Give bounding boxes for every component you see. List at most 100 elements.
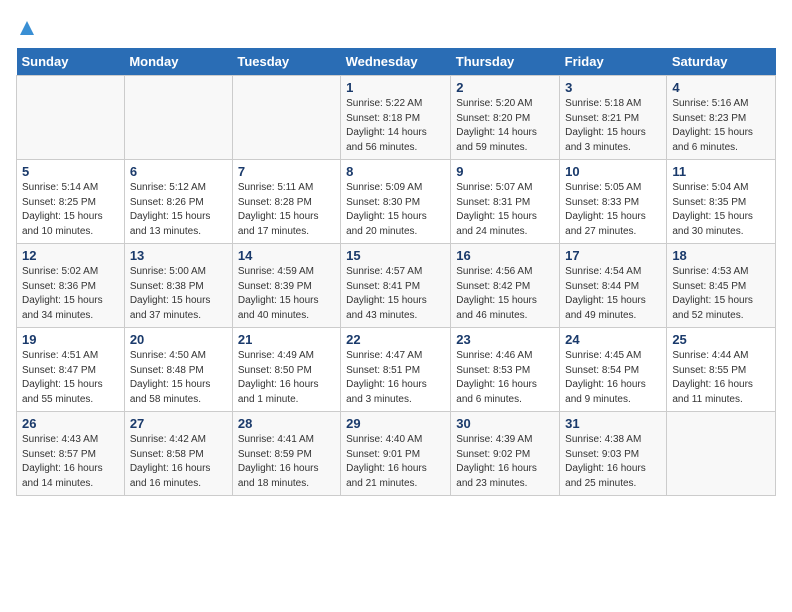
day-info: Sunrise: 4:59 AM Sunset: 8:39 PM Dayligh… <box>238 265 335 323</box>
calendar-cell: 21 Sunrise: 4:49 AM Sunset: 8:50 PM Dayli… <box>232 328 340 412</box>
day-info: Sunrise: 4:41 AM Sunset: 8:59 PM Dayligh… <box>238 433 335 491</box>
day-info: Sunrise: 5:00 AM Sunset: 8:38 PM Dayligh… <box>130 265 227 323</box>
calendar-table: SundayMondayTuesdayWednesdayThursdayFrid… <box>16 48 776 496</box>
weekday-header-monday: Monday <box>124 48 232 76</box>
day-info: Sunrise: 4:56 AM Sunset: 8:42 PM Dayligh… <box>456 265 554 323</box>
page-header <box>16 16 776 38</box>
week-row-5: 26 Sunrise: 4:43 AM Sunset: 8:57 PM Dayli… <box>17 412 776 496</box>
calendar-cell: 1 Sunrise: 5:22 AM Sunset: 8:18 PM Daylig… <box>341 76 451 160</box>
weekday-header-tuesday: Tuesday <box>232 48 340 76</box>
day-number: 30 <box>456 416 554 431</box>
day-number: 3 <box>565 80 661 95</box>
week-row-2: 5 Sunrise: 5:14 AM Sunset: 8:25 PM Daylig… <box>17 160 776 244</box>
day-number: 20 <box>130 332 227 347</box>
calendar-cell <box>232 76 340 160</box>
calendar-cell: 4 Sunrise: 5:16 AM Sunset: 8:23 PM Daylig… <box>667 76 776 160</box>
day-number: 5 <box>22 164 119 179</box>
calendar-cell: 27 Sunrise: 4:42 AM Sunset: 8:58 PM Dayli… <box>124 412 232 496</box>
weekday-header-friday: Friday <box>560 48 667 76</box>
day-number: 14 <box>238 248 335 263</box>
day-number: 22 <box>346 332 445 347</box>
day-number: 4 <box>672 80 770 95</box>
day-number: 12 <box>22 248 119 263</box>
calendar-cell <box>17 76 125 160</box>
day-number: 15 <box>346 248 445 263</box>
day-info: Sunrise: 4:51 AM Sunset: 8:47 PM Dayligh… <box>22 349 119 407</box>
calendar-cell: 16 Sunrise: 4:56 AM Sunset: 8:42 PM Dayli… <box>451 244 560 328</box>
day-number: 26 <box>22 416 119 431</box>
day-info: Sunrise: 5:07 AM Sunset: 8:31 PM Dayligh… <box>456 181 554 239</box>
day-info: Sunrise: 4:46 AM Sunset: 8:53 PM Dayligh… <box>456 349 554 407</box>
calendar-cell: 9 Sunrise: 5:07 AM Sunset: 8:31 PM Daylig… <box>451 160 560 244</box>
day-info: Sunrise: 4:47 AM Sunset: 8:51 PM Dayligh… <box>346 349 445 407</box>
calendar-cell: 20Sunrise: 4:50 AM Sunset: 8:48 PM Dayli… <box>124 328 232 412</box>
calendar-cell: 7 Sunrise: 5:11 AM Sunset: 8:28 PM Daylig… <box>232 160 340 244</box>
day-number: 24 <box>565 332 661 347</box>
day-info: Sunrise: 5:20 AM Sunset: 8:20 PM Dayligh… <box>456 97 554 155</box>
day-number: 29 <box>346 416 445 431</box>
calendar-cell: 29 Sunrise: 4:40 AM Sunset: 9:01 PM Dayli… <box>341 412 451 496</box>
day-number: 23 <box>456 332 554 347</box>
day-info: Sunrise: 4:45 AM Sunset: 8:54 PM Dayligh… <box>565 349 661 407</box>
day-info: Sunrise: 4:40 AM Sunset: 9:01 PM Dayligh… <box>346 433 445 491</box>
day-number: 18 <box>672 248 770 263</box>
day-number: 27 <box>130 416 227 431</box>
day-number: 8 <box>346 164 445 179</box>
day-info: Sunrise: 4:54 AM Sunset: 8:44 PM Dayligh… <box>565 265 661 323</box>
day-info: Sunrise: 5:09 AM Sunset: 8:30 PM Dayligh… <box>346 181 445 239</box>
week-row-3: 12 Sunrise: 5:02 AM Sunset: 8:36 PM Dayli… <box>17 244 776 328</box>
calendar-cell: 11 Sunrise: 5:04 AM Sunset: 8:35 PM Dayli… <box>667 160 776 244</box>
calendar-cell: 10 Sunrise: 5:05 AM Sunset: 8:33 PM Dayli… <box>560 160 667 244</box>
logo-icon <box>18 19 36 37</box>
calendar-cell <box>667 412 776 496</box>
calendar-cell: 26 Sunrise: 4:43 AM Sunset: 8:57 PM Dayli… <box>17 412 125 496</box>
day-info: Sunrise: 5:14 AM Sunset: 8:25 PM Dayligh… <box>22 181 119 239</box>
day-number: 7 <box>238 164 335 179</box>
weekday-header-sunday: Sunday <box>17 48 125 76</box>
calendar-cell: 14 Sunrise: 4:59 AM Sunset: 8:39 PM Dayli… <box>232 244 340 328</box>
weekday-header-thursday: Thursday <box>451 48 560 76</box>
day-number: 2 <box>456 80 554 95</box>
calendar-cell: 22 Sunrise: 4:47 AM Sunset: 8:51 PM Dayli… <box>341 328 451 412</box>
calendar-cell: 23 Sunrise: 4:46 AM Sunset: 8:53 PM Dayli… <box>451 328 560 412</box>
day-info: Sunrise: 5:12 AM Sunset: 8:26 PM Dayligh… <box>130 181 227 239</box>
day-info: Sunrise: 4:42 AM Sunset: 8:58 PM Dayligh… <box>130 433 227 491</box>
day-info: Sunrise: 5:11 AM Sunset: 8:28 PM Dayligh… <box>238 181 335 239</box>
day-info: Sunrise: 5:22 AM Sunset: 8:18 PM Dayligh… <box>346 97 445 155</box>
day-info: Sunrise: 5:16 AM Sunset: 8:23 PM Dayligh… <box>672 97 770 155</box>
calendar-cell: 3 Sunrise: 5:18 AM Sunset: 8:21 PM Daylig… <box>560 76 667 160</box>
week-row-1: 1 Sunrise: 5:22 AM Sunset: 8:18 PM Daylig… <box>17 76 776 160</box>
calendar-cell: 15 Sunrise: 4:57 AM Sunset: 8:41 PM Dayli… <box>341 244 451 328</box>
calendar-cell: 12 Sunrise: 5:02 AM Sunset: 8:36 PM Dayli… <box>17 244 125 328</box>
day-number: 21 <box>238 332 335 347</box>
day-number: 1 <box>346 80 445 95</box>
day-info: Sunrise: 4:43 AM Sunset: 8:57 PM Dayligh… <box>22 433 119 491</box>
week-row-4: 19Sunrise: 4:51 AM Sunset: 8:47 PM Dayli… <box>17 328 776 412</box>
calendar-cell: 17 Sunrise: 4:54 AM Sunset: 8:44 PM Dayli… <box>560 244 667 328</box>
day-number: 31 <box>565 416 661 431</box>
calendar-cell: 24 Sunrise: 4:45 AM Sunset: 8:54 PM Dayli… <box>560 328 667 412</box>
day-number: 10 <box>565 164 661 179</box>
day-info: Sunrise: 5:05 AM Sunset: 8:33 PM Dayligh… <box>565 181 661 239</box>
weekday-header-wednesday: Wednesday <box>341 48 451 76</box>
day-number: 11 <box>672 164 770 179</box>
calendar-cell: 6Sunrise: 5:12 AM Sunset: 8:26 PM Daylig… <box>124 160 232 244</box>
calendar-cell: 5 Sunrise: 5:14 AM Sunset: 8:25 PM Daylig… <box>17 160 125 244</box>
day-info: Sunrise: 5:02 AM Sunset: 8:36 PM Dayligh… <box>22 265 119 323</box>
day-number: 16 <box>456 248 554 263</box>
logo-text <box>16 16 36 38</box>
day-info: Sunrise: 4:39 AM Sunset: 9:02 PM Dayligh… <box>456 433 554 491</box>
day-number: 17 <box>565 248 661 263</box>
day-info: Sunrise: 5:18 AM Sunset: 8:21 PM Dayligh… <box>565 97 661 155</box>
day-info: Sunrise: 4:53 AM Sunset: 8:45 PM Dayligh… <box>672 265 770 323</box>
calendar-cell: 31 Sunrise: 4:38 AM Sunset: 9:03 PM Dayli… <box>560 412 667 496</box>
calendar-cell <box>124 76 232 160</box>
day-number: 9 <box>456 164 554 179</box>
day-info: Sunrise: 4:38 AM Sunset: 9:03 PM Dayligh… <box>565 433 661 491</box>
day-info: Sunrise: 5:04 AM Sunset: 8:35 PM Dayligh… <box>672 181 770 239</box>
weekday-header-saturday: Saturday <box>667 48 776 76</box>
calendar-cell: 18 Sunrise: 4:53 AM Sunset: 8:45 PM Dayli… <box>667 244 776 328</box>
day-info: Sunrise: 4:49 AM Sunset: 8:50 PM Dayligh… <box>238 349 335 407</box>
day-number: 28 <box>238 416 335 431</box>
day-info: Sunrise: 4:57 AM Sunset: 8:41 PM Dayligh… <box>346 265 445 323</box>
